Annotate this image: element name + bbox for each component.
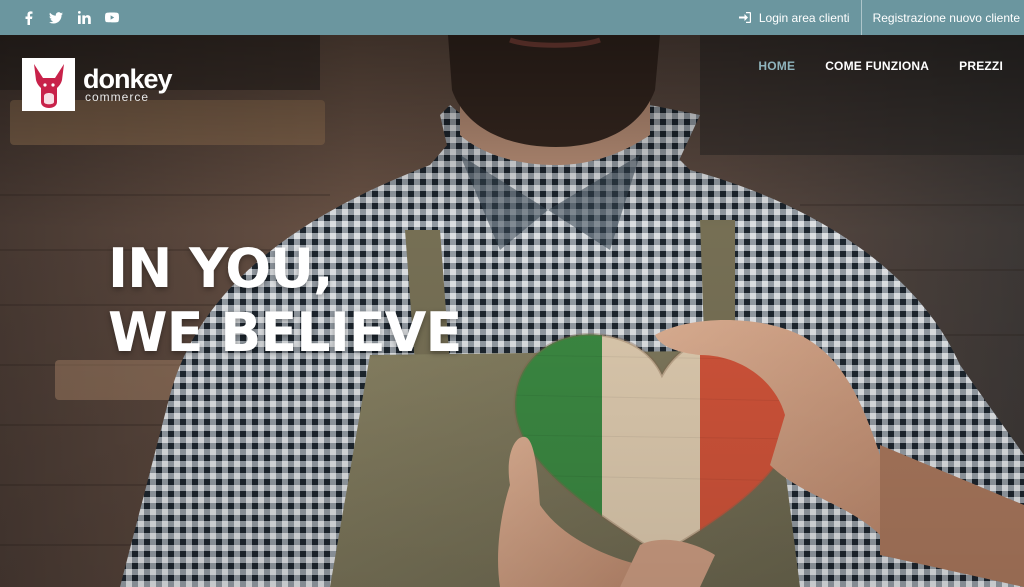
login-link[interactable]: Login area clienti <box>728 0 861 35</box>
twitter-icon[interactable] <box>42 0 70 35</box>
logo-word: donkey <box>83 64 173 94</box>
facebook-icon[interactable] <box>14 0 42 35</box>
nav-prezzi[interactable]: PREZZI <box>959 59 1003 73</box>
headline-line-2: WE BELIEVE <box>108 301 462 364</box>
social-links <box>14 0 126 35</box>
donkey-logo-mark <box>22 58 75 111</box>
hero-headline: IN YOU, WE BELIEVE <box>108 237 462 365</box>
linkedin-icon[interactable] <box>70 0 98 35</box>
register-link[interactable]: Registrazione nuovo cliente <box>862 0 1024 35</box>
account-links: Login area clienti Registrazione nuovo c… <box>728 0 1024 35</box>
donkey-icon <box>33 63 64 108</box>
site-logo[interactable]: donkey commerce <box>22 58 173 111</box>
main-navigation: HOME COME FUNZIONA PREZZI <box>758 59 1003 73</box>
top-utility-bar: Login area clienti Registrazione nuovo c… <box>0 0 1024 35</box>
headline-line-1: IN YOU, <box>108 237 334 300</box>
sign-in-icon <box>738 12 751 23</box>
nav-come-funziona[interactable]: COME FUNZIONA <box>825 59 929 73</box>
nav-home[interactable]: HOME <box>758 59 795 73</box>
login-label: Login area clienti <box>758 10 850 25</box>
youtube-icon[interactable] <box>98 0 126 35</box>
logo-wordmark: donkey commerce <box>83 64 173 104</box>
